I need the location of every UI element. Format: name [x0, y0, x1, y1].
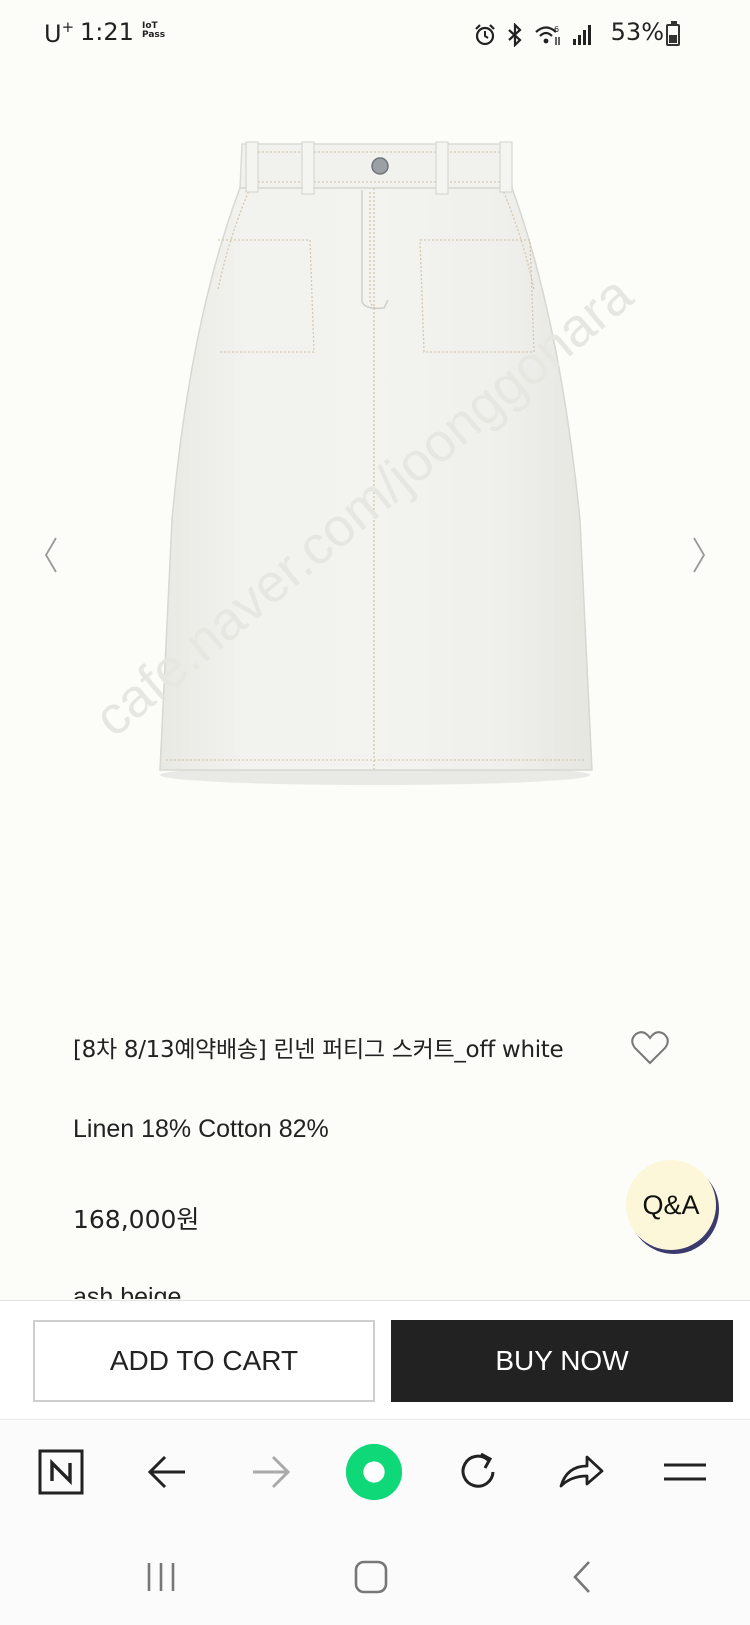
- refresh-icon[interactable]: [448, 1442, 508, 1502]
- product-material: Linen 18% Cotton 82%: [73, 1115, 329, 1143]
- status-icons: 6: [474, 20, 592, 50]
- prev-image-arrow[interactable]: [36, 530, 66, 580]
- product-title: [8차 8/13예약배송] 린넨 퍼티그 스커트_off white: [73, 1037, 564, 1063]
- home-button-icon[interactable]: [341, 1549, 401, 1605]
- qa-button[interactable]: Q&A: [626, 1160, 716, 1250]
- svg-text:6: 6: [554, 25, 559, 34]
- wifi-icon: 6: [535, 25, 560, 45]
- product-price: 168,000원: [73, 1205, 200, 1234]
- browser-toolbar: [0, 1419, 750, 1529]
- naver-icon[interactable]: [31, 1442, 91, 1502]
- next-image-arrow[interactable]: [684, 530, 714, 580]
- product-image[interactable]: cafe.naver.com/joonggonara: [0, 70, 750, 970]
- iot-pass-icon: IoT Pass: [142, 21, 166, 40]
- purchase-bar: ADD TO CART BUY NOW: [0, 1300, 750, 1418]
- status-time: 1:21: [80, 18, 134, 46]
- color-option[interactable]: ash beige: [73, 1282, 181, 1299]
- add-to-cart-button[interactable]: ADD TO CART: [33, 1320, 375, 1402]
- system-nav-bar: [0, 1529, 750, 1625]
- recent-apps-icon[interactable]: [131, 1549, 191, 1605]
- alarm-icon: [475, 24, 495, 46]
- share-icon[interactable]: [551, 1442, 611, 1502]
- home-icon[interactable]: [344, 1442, 404, 1502]
- battery-icon: [666, 21, 680, 46]
- status-bar: U+ 1:21 IoT Pass 6 53%: [0, 0, 750, 70]
- forward-icon[interactable]: [241, 1442, 301, 1502]
- bluetooth-icon: [508, 23, 522, 47]
- back-icon[interactable]: [137, 1442, 197, 1502]
- buy-now-button[interactable]: BUY NOW: [391, 1320, 733, 1402]
- signal-icon: [573, 25, 591, 45]
- battery-fill: [669, 35, 677, 43]
- menu-icon[interactable]: [655, 1442, 715, 1502]
- battery-percent: 53%: [610, 18, 664, 46]
- carrier-label: U+: [44, 18, 75, 48]
- wishlist-heart-icon[interactable]: [630, 1030, 670, 1066]
- skirt-image: cafe.naver.com/joonggonara: [83, 141, 644, 785]
- system-back-icon[interactable]: [552, 1549, 612, 1605]
